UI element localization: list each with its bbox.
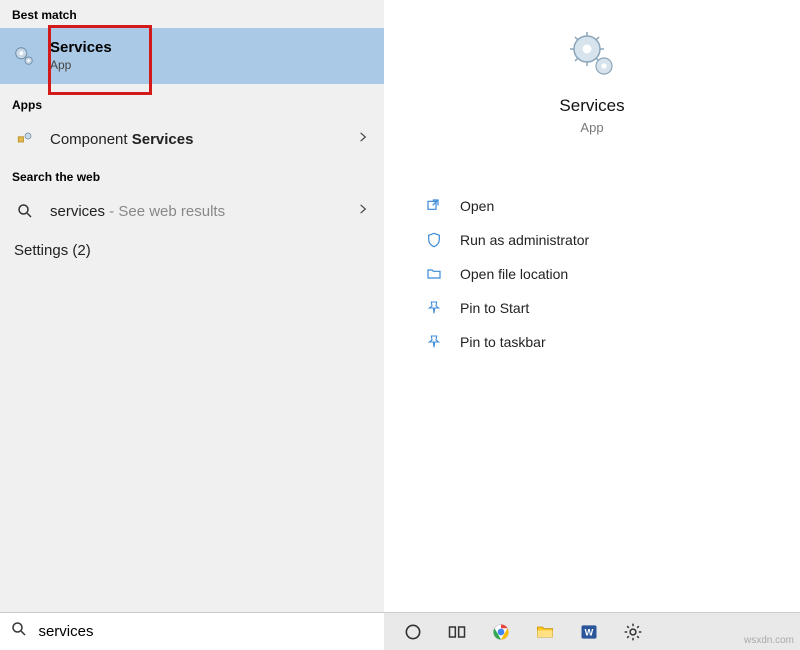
details-panel: Services App Open Run as administrator O… (384, 0, 800, 612)
task-view-icon[interactable] (446, 621, 468, 643)
apps-item-label: Component Services (50, 131, 356, 148)
gears-icon (568, 30, 616, 78)
component-icon (14, 128, 36, 150)
pin-icon (424, 332, 444, 352)
cortana-icon[interactable] (402, 621, 424, 643)
chrome-icon[interactable] (490, 621, 512, 643)
folder-icon (424, 264, 444, 284)
watermark: wsxdn.com (744, 635, 794, 646)
action-open-file-location[interactable]: Open file location (424, 257, 800, 291)
search-bar[interactable] (0, 612, 384, 650)
web-item-label: services - See web results (50, 203, 356, 220)
action-label: Open (460, 198, 494, 214)
settings-results[interactable]: Settings (2) (0, 232, 384, 269)
best-match-header: Best match (0, 0, 384, 28)
details-subtitle: App (384, 120, 800, 135)
action-label: Run as administrator (460, 232, 589, 248)
action-run-as-admin[interactable]: Run as administrator (424, 223, 800, 257)
file-explorer-icon[interactable] (534, 621, 556, 643)
web-header: Search the web (0, 160, 384, 190)
word-icon[interactable]: W (578, 621, 600, 643)
apps-header: Apps (0, 84, 384, 118)
action-pin-to-start[interactable]: Pin to Start (424, 291, 800, 325)
svg-text:W: W (585, 627, 594, 637)
search-results-panel: Best match Services App Apps Component S… (0, 0, 384, 612)
chevron-right-icon (356, 130, 370, 148)
actions-list: Open Run as administrator Open file loca… (384, 189, 800, 359)
action-open[interactable]: Open (424, 189, 800, 223)
web-item-services[interactable]: services - See web results (0, 190, 384, 232)
action-label: Pin to taskbar (460, 334, 546, 350)
action-label: Pin to Start (460, 300, 529, 316)
pin-icon (424, 298, 444, 318)
action-pin-to-taskbar[interactable]: Pin to taskbar (424, 325, 800, 359)
settings-icon[interactable] (622, 621, 644, 643)
apps-item-component-services[interactable]: Component Services (0, 118, 384, 160)
best-match-subtitle: App (50, 58, 112, 73)
gears-icon (12, 44, 36, 68)
best-match-title: Services (50, 39, 112, 58)
taskbar: W (384, 612, 800, 650)
details-title: Services (384, 96, 800, 116)
search-icon (14, 200, 36, 222)
search-icon (10, 620, 28, 643)
action-label: Open file location (460, 266, 568, 282)
shield-icon (424, 230, 444, 250)
open-icon (424, 196, 444, 216)
chevron-right-icon (356, 202, 370, 220)
search-input[interactable] (38, 623, 374, 640)
best-match-services[interactable]: Services App (0, 28, 384, 84)
